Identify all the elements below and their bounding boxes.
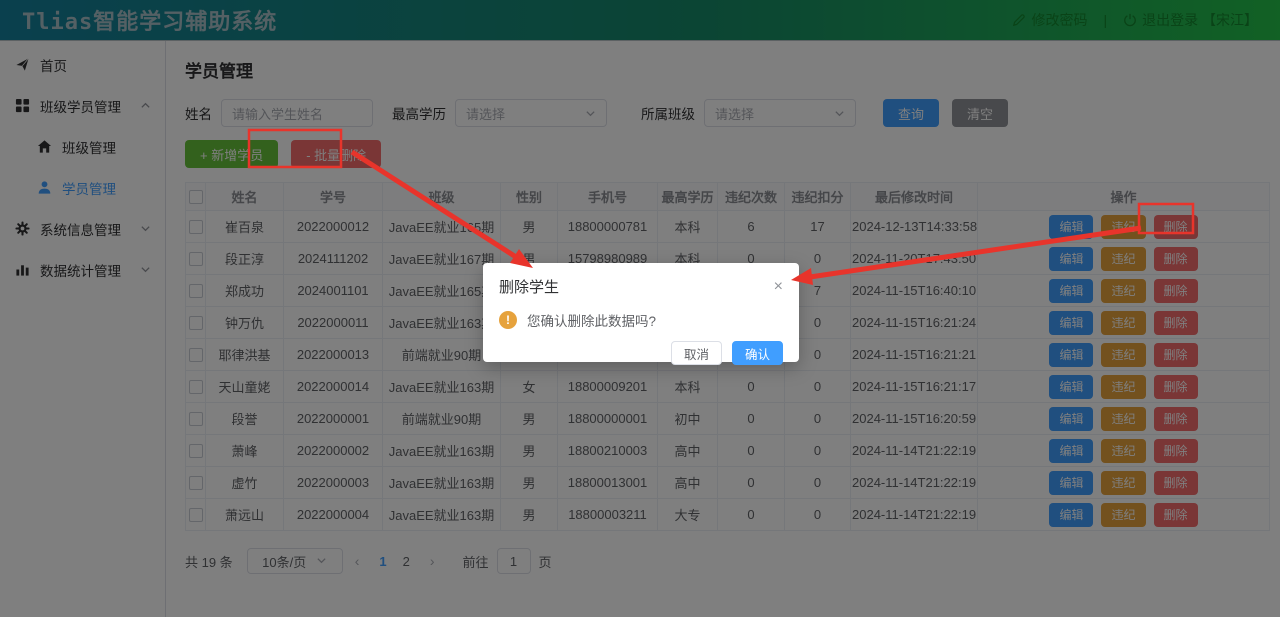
cancel-button[interactable]: 取消 xyxy=(671,341,722,365)
delete-student-dialog: 删除学生 × ! 您确认删除此数据吗? 取消 确认 xyxy=(483,263,799,362)
close-icon[interactable]: × xyxy=(774,279,783,295)
warning-icon: ! xyxy=(499,311,517,329)
dialog-title: 删除学生 xyxy=(499,276,559,297)
confirm-button[interactable]: 确认 xyxy=(732,341,783,365)
dialog-message: 您确认删除此数据吗? xyxy=(527,310,656,330)
